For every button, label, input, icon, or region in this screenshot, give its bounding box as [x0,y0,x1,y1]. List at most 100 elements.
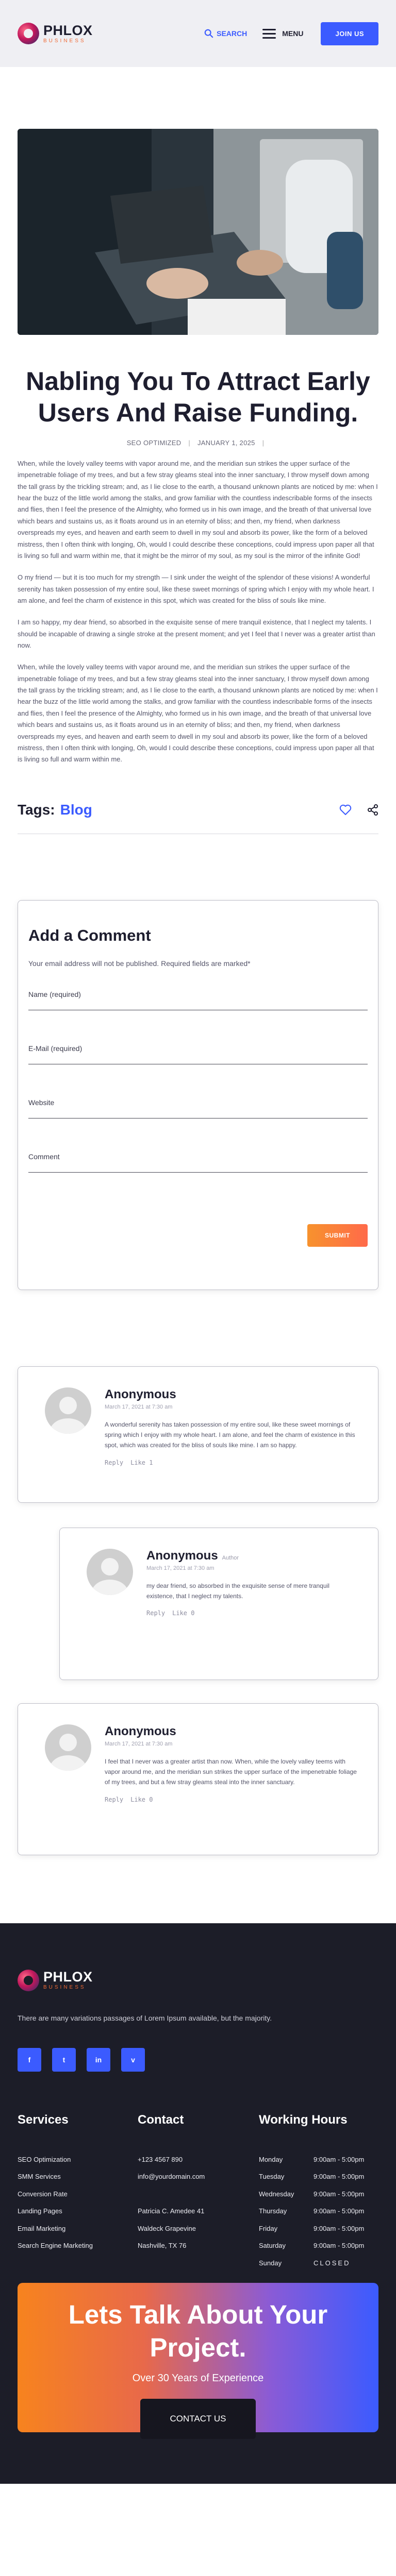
comment-date: March 17, 2021 at 7:30 am [146,1565,214,1571]
website-field[interactable]: Website [28,1098,368,1118]
cta-banner: Lets Talk About Your Project. Over 30 Ye… [18,2283,378,2439]
footer-description: There are many variations passages of Lo… [18,2013,272,2022]
author-badge: Author [222,1554,239,1561]
reply-link[interactable]: Reply [105,1459,123,1466]
author-link[interactable]: SEO OPTIMIZED [127,439,182,447]
service-link[interactable]: SEO Optimization [18,2156,71,2163]
share-icon[interactable] [367,804,378,816]
contact-column: Contact +123 4567 890 info@yourdomain.co… [138,2113,259,2272]
logo-icon [18,1969,39,1991]
email-field[interactable]: E-Mail (required) [28,1044,368,1064]
comment-text: I feel that I never was a greater artist… [105,1757,357,1786]
brand-logo[interactable]: PHLOX BUSINESS [18,23,93,44]
article-date: JANUARY 1, 2025 [197,439,255,447]
twitter-icon[interactable]: t [52,2047,76,2072]
hours-row: Saturday 9:00am - 5:00pm [259,2242,365,2250]
submit-button[interactable]: SUBMIT [307,1224,368,1247]
hours-title: Working Hours [259,2112,348,2127]
article-meta: SEO OPTIMIZED | JANUARY 1, 2025 | [18,439,378,447]
menu-button[interactable]: MENU [262,28,304,39]
comment-text: A wonderful serenity has taken possessio… [105,1420,355,1449]
hours-row: Tuesday 9:00am - 5:00pm [259,2173,365,2181]
article-paragraph: When, while the lovely valley teems with… [18,663,378,764]
site-header: PHLOX BUSINESS SEARCH MENU JOIN US [0,0,396,67]
brand-name: PHLOX [43,22,93,38]
service-link[interactable]: Search Engine Marketing [18,2242,93,2249]
comment-field[interactable]: Comment [28,1153,368,1173]
comment-author: Anonymous [105,1387,176,1401]
meta-separator: | [188,439,191,447]
footer-logo[interactable]: PHLOX BUSINESS [18,1969,378,1991]
contact-title: Contact [138,2112,184,2127]
article: Nabling You To Attract Early Users And R… [0,129,396,834]
form-note: Your email address will not be published… [28,959,251,968]
search-button[interactable]: SEARCH [204,29,247,38]
logo-icon [18,23,39,44]
comment-card: Anonymous March 17, 2021 at 7:30 am A wo… [18,1366,378,1503]
menu-label: MENU [282,29,304,38]
site-footer: PHLOX BUSINESS There are many variations… [0,1923,396,2484]
office-photo-icon [18,129,378,335]
brand-tagline: BUSINESS [43,1985,86,1991]
cta-subtitle: Over 30 Years of Experience [132,2372,264,2384]
reply-link[interactable]: Reply [105,1796,123,1803]
service-link[interactable]: Email Marketing [18,2225,65,2232]
vimeo-icon[interactable]: v [121,2047,145,2072]
service-link[interactable]: Landing Pages [18,2207,62,2215]
cta-title: Lets Talk About Your Project. [68,2300,328,2362]
comment-author: Anonymous [105,1724,176,1738]
join-us-button[interactable]: JOIN US [321,22,378,45]
services-title: Services [18,2112,69,2127]
instagram-icon[interactable]: in [87,2047,110,2072]
article-paragraph: When, while the lovely valley teems with… [18,460,378,560]
tag-link[interactable]: Blog [60,802,92,818]
hours-row: Wednesday 9:00am - 5:00pm [259,2190,365,2198]
hours-row: Monday 9:00am - 5:00pm [259,2155,365,2163]
form-title: Add a Comment [28,926,151,944]
email-link[interactable]: info@yourdomain.com [138,2173,205,2180]
comment-date: March 17, 2021 at 7:30 am [105,1403,173,1410]
tags-label: Tags: [18,801,55,818]
name-field[interactable]: Name (required) [28,990,368,1010]
service-link[interactable]: Conversion Rate [18,2190,68,2198]
facebook-icon[interactable]: f [18,2047,41,2072]
heart-icon[interactable] [339,804,352,816]
tags-row: Tags: Blog [18,802,378,818]
like-button[interactable]: Like 1 [130,1459,153,1466]
article-title: Nabling You To Attract Early Users And R… [26,367,370,427]
services-column: Services SEO Optimization SMM Services C… [18,2113,138,2272]
social-links: f t in v [18,2047,378,2072]
comment-card: Anonymous March 17, 2021 at 7:30 am I fe… [18,1703,378,1855]
avatar [45,1724,91,1771]
article-paragraph: O my friend — but it is too much for my … [18,573,374,604]
article-paragraph: I am so happy, my dear friend, so absorb… [18,618,375,650]
brand-name: PHLOX [43,1969,93,1985]
hero-image [18,129,378,335]
address-line: Waldeck Grapevine [138,2224,196,2232]
service-link[interactable]: SMM Services [18,2173,61,2180]
phone-link[interactable]: +123 4567 890 [138,2156,183,2163]
address-line: Patricia C. Amedee 41 [138,2207,205,2215]
hours-row: Thursday 9:00am - 5:00pm [259,2207,365,2215]
hamburger-icon [262,28,276,39]
contact-us-button[interactable]: CONTACT US [140,2398,256,2439]
reply-link[interactable]: Reply [146,1609,165,1617]
hours-row: Sunday CLOSED [259,2259,351,2267]
comment-author: Anonymous [146,1548,218,1563]
contact-spacer [138,2185,259,2203]
avatar [87,1548,133,1595]
meta-separator: | [262,439,265,447]
avatar [45,1387,91,1434]
like-button[interactable]: Like 0 [172,1609,194,1617]
address-line: Nashville, TX 76 [138,2242,187,2250]
comment-text: my dear friend, so absorbed in the exqui… [146,1582,329,1600]
like-button[interactable]: Like 0 [130,1796,153,1803]
comment-date: March 17, 2021 at 7:30 am [105,1740,173,1747]
search-icon [204,29,213,38]
search-label: SEARCH [217,29,248,38]
comment-form: Add a Comment Your email address will no… [18,900,378,1290]
comment-card: Anonymous Author March 17, 2021 at 7:30 … [59,1527,378,1680]
hours-row: Friday 9:00am - 5:00pm [259,2224,365,2232]
brand-tagline: BUSINESS [43,38,86,44]
hours-column: Working Hours Monday 9:00am - 5:00pm Tues… [259,2113,377,2272]
